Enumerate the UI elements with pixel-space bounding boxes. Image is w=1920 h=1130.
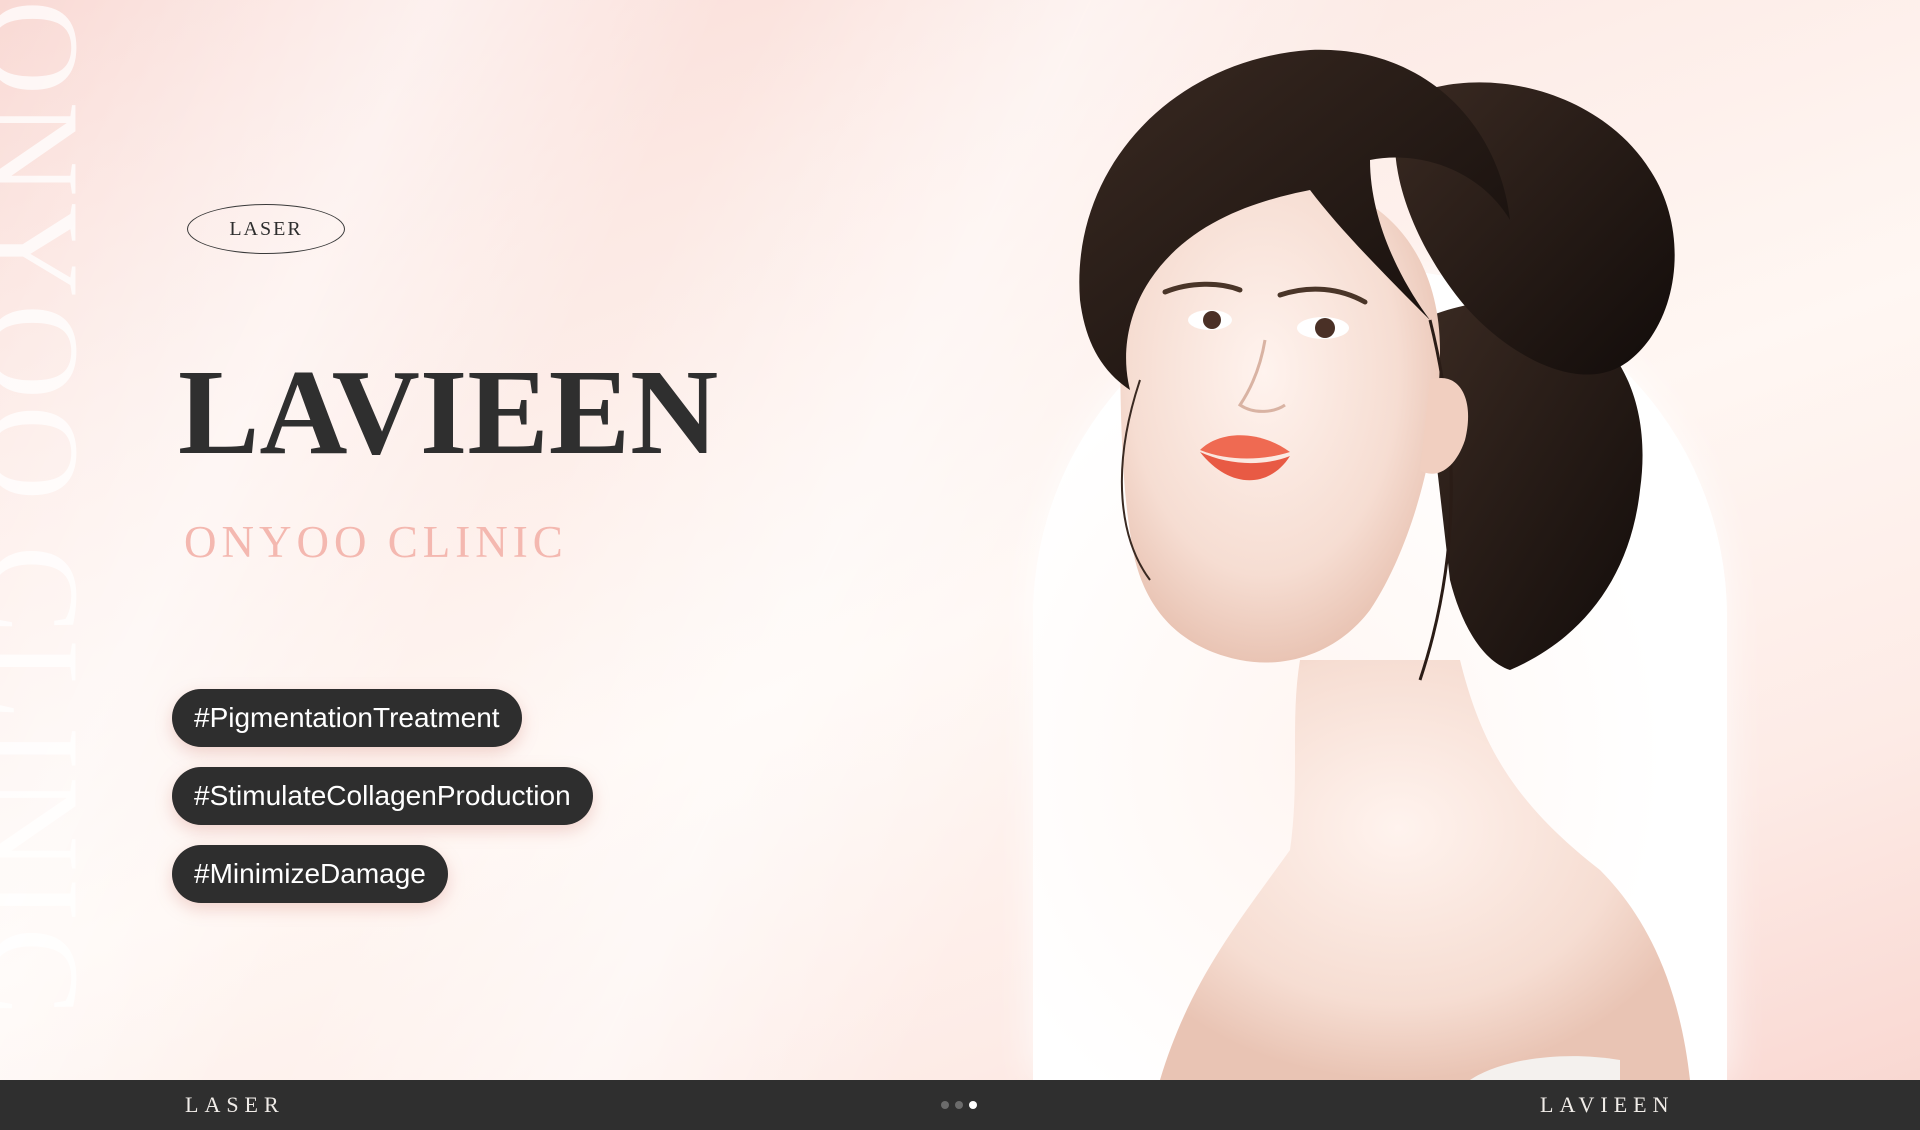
slide-indicator (941, 1101, 977, 1109)
slide-dot-3[interactable] (969, 1101, 977, 1109)
hashtag-minimize-damage[interactable]: #MinimizeDamage (172, 845, 448, 903)
slide-dot-2[interactable] (955, 1101, 963, 1109)
model-portrait-image (1079, 49, 1690, 1080)
clinic-subtitle: ONYOO CLINIC (184, 517, 568, 567)
footer-left-label: LASER (185, 1092, 285, 1117)
brand-title: LAVIEEN (178, 345, 719, 480)
category-badge: LASER (187, 204, 345, 254)
footer-right-label: LAVIEEN (1540, 1092, 1675, 1117)
hashtag-pigmentation[interactable]: #PigmentationTreatment (172, 689, 522, 747)
slide-dot-1[interactable] (941, 1101, 949, 1109)
vertical-watermark-text: ONYOO CLINIC (0, 0, 110, 1080)
hashtag-collagen[interactable]: #StimulateCollagenProduction (172, 767, 593, 825)
vertical-watermark-label: ONYOO CLINIC (0, 0, 107, 1022)
hashtag-list: #PigmentationTreatment #StimulateCollage… (172, 689, 593, 923)
category-label: LASER (229, 217, 303, 240)
footer-bar: LASER LAVIEEN (0, 1080, 1920, 1130)
